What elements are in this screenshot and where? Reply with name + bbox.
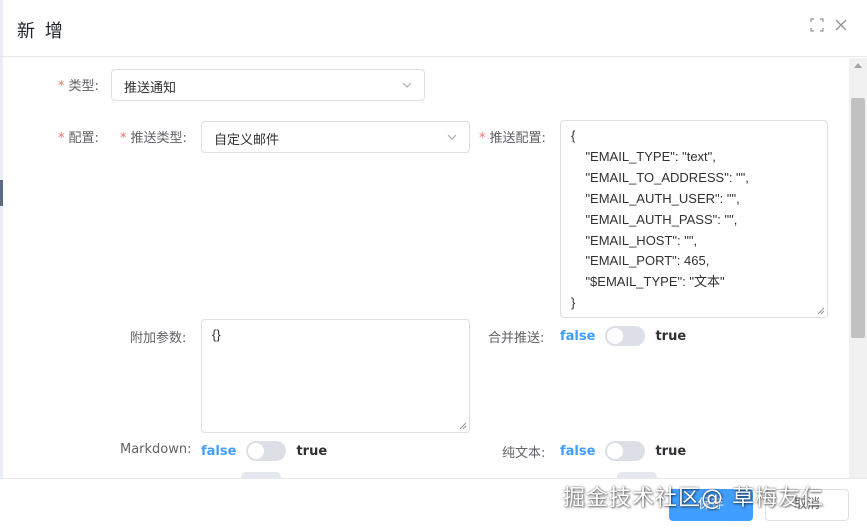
markdown-on-text[interactable]: true bbox=[296, 444, 327, 459]
markdown-switch[interactable] bbox=[246, 441, 287, 461]
resize-handle-icon[interactable] bbox=[817, 307, 825, 315]
push-config-textarea[interactable]: { "EMAIL_TYPE": "text", "EMAIL_TO_ADDRES… bbox=[560, 120, 828, 318]
chevron-down-icon bbox=[402, 82, 412, 88]
extra-params-text: {} bbox=[212, 327, 221, 342]
type-select[interactable]: 推送通知 bbox=[111, 69, 425, 101]
merge-push-on-text[interactable]: true bbox=[655, 329, 686, 344]
type-select-value: 推送通知 bbox=[124, 81, 177, 96]
watermark: 掘金技术社区@ 草梅友仁 bbox=[563, 486, 824, 511]
dialog-title: 新 增 bbox=[17, 21, 65, 42]
dialog-header: 新 增 bbox=[0, 0, 867, 57]
scrollbar-thumb[interactable] bbox=[851, 98, 865, 338]
dialog-body: * 类型: 推送通知 * 配置: * 推送类型: 自定义邮件 * 推送配置: { "EM… bbox=[0, 58, 849, 478]
push-config-text: { "EMAIL_TYPE": "text", "EMAIL_TO_ADDRES… bbox=[571, 128, 749, 311]
merge-push-off-text[interactable]: false bbox=[560, 329, 595, 344]
markdown-label: Markdown: bbox=[120, 442, 192, 457]
markdown-off-text[interactable]: false bbox=[201, 444, 236, 459]
plain-text-on-text[interactable]: true bbox=[655, 444, 686, 459]
config-label: * 配置: bbox=[58, 131, 99, 146]
vertical-scrollbar[interactable] bbox=[849, 58, 867, 478]
merge-push-label: 合并推送: bbox=[488, 331, 545, 346]
chevron-down-icon bbox=[447, 134, 457, 140]
markdown-switch-row: false true bbox=[201, 441, 327, 461]
fullscreen-icon[interactable] bbox=[809, 18, 825, 34]
push-type-label: * 推送类型: bbox=[120, 131, 187, 146]
plain-text-label: 纯文本: bbox=[502, 446, 546, 461]
extra-params-textarea[interactable]: {} bbox=[201, 319, 470, 433]
resize-handle-icon[interactable] bbox=[459, 422, 467, 430]
plain-text-switch[interactable] bbox=[605, 441, 646, 461]
push-config-label: * 推送配置: bbox=[479, 131, 546, 146]
scroll-up-arrow-icon[interactable] bbox=[854, 63, 862, 68]
extra-params-label: 附加参数: bbox=[130, 331, 187, 346]
type-label: * 类型: bbox=[58, 79, 99, 94]
push-type-select[interactable]: 自定义邮件 bbox=[201, 121, 470, 153]
merge-push-switch-row: false true bbox=[560, 326, 686, 346]
push-type-select-value: 自定义邮件 bbox=[214, 133, 280, 148]
plain-text-off-text[interactable]: false bbox=[560, 444, 595, 459]
dialog: 新 增 * 类型: 推送通知 * 配置: * 推送类型: 自定义邮件 * 推送配置: { bbox=[0, 0, 867, 528]
merge-push-switch[interactable] bbox=[605, 326, 646, 346]
close-icon[interactable] bbox=[833, 18, 849, 34]
plain-text-switch-row: false true bbox=[560, 441, 686, 461]
